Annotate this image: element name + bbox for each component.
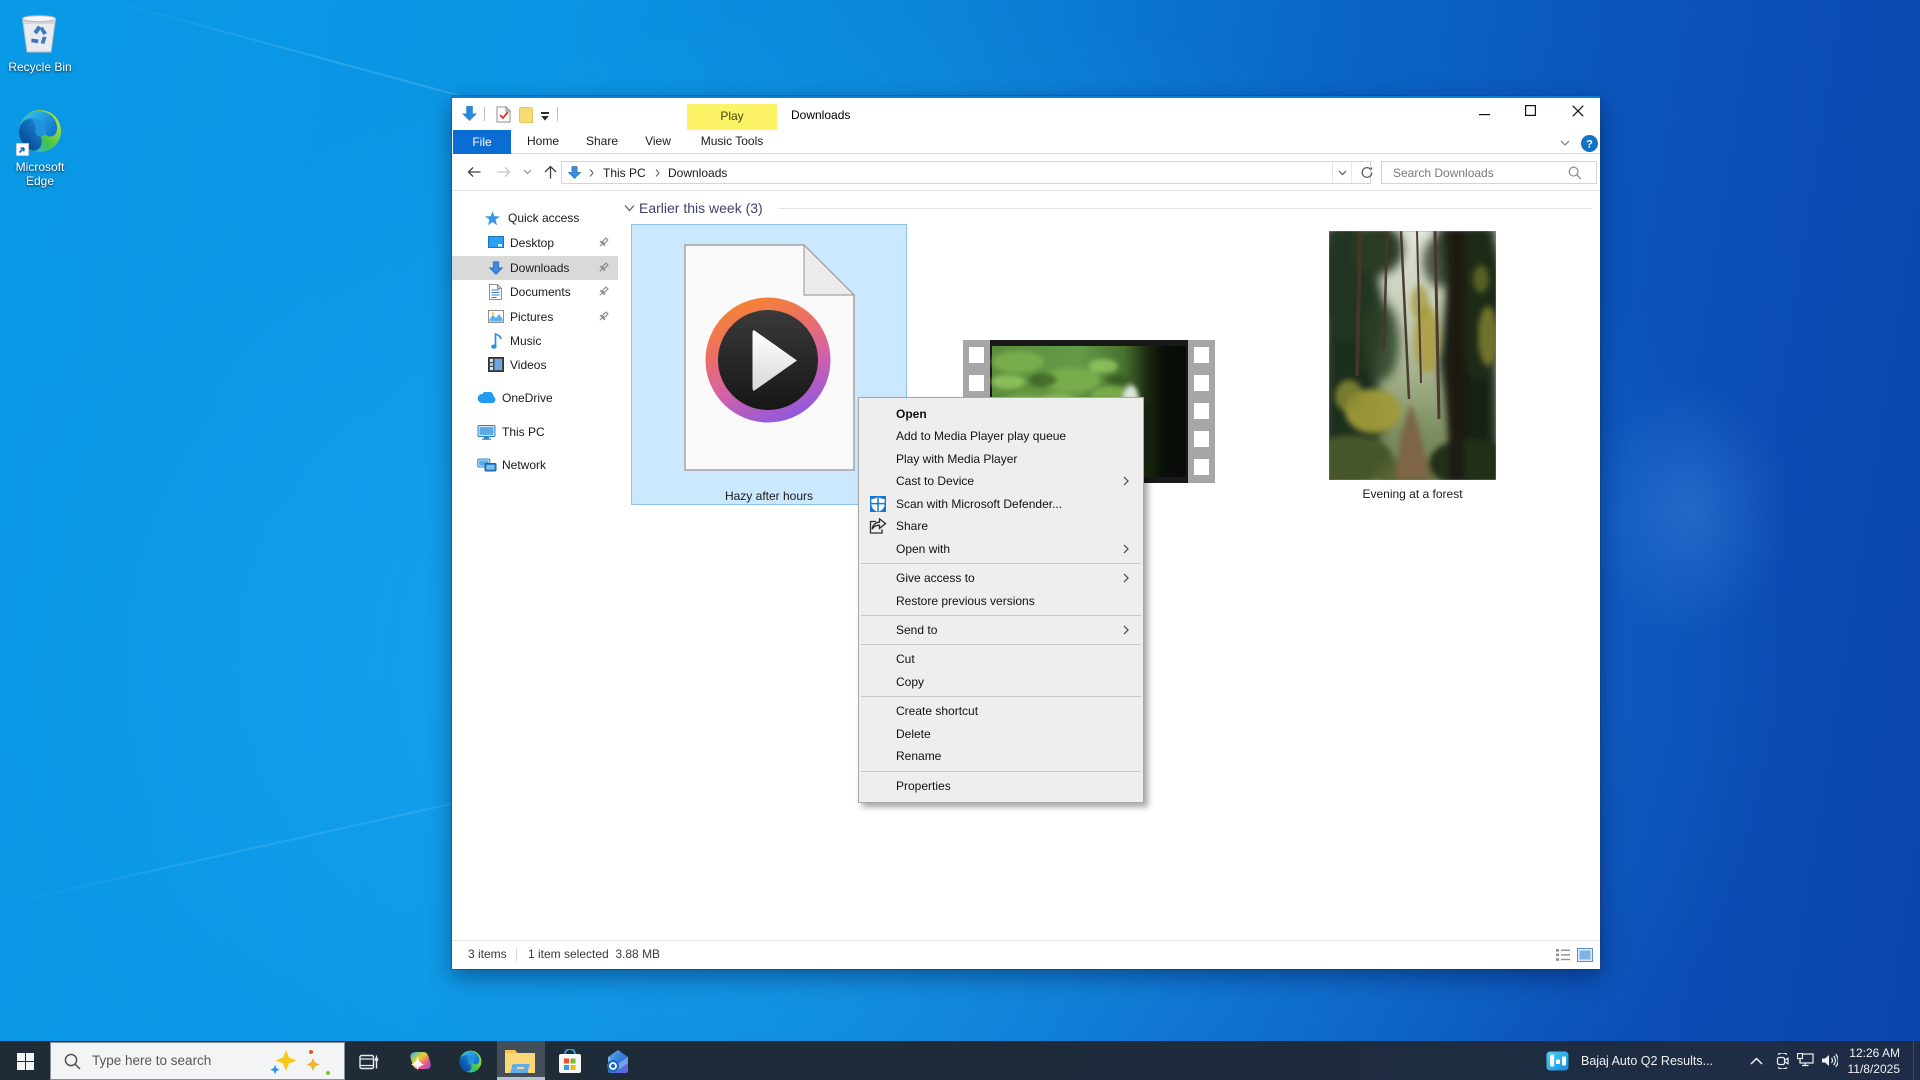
svg-text:?: ?	[1586, 139, 1593, 151]
